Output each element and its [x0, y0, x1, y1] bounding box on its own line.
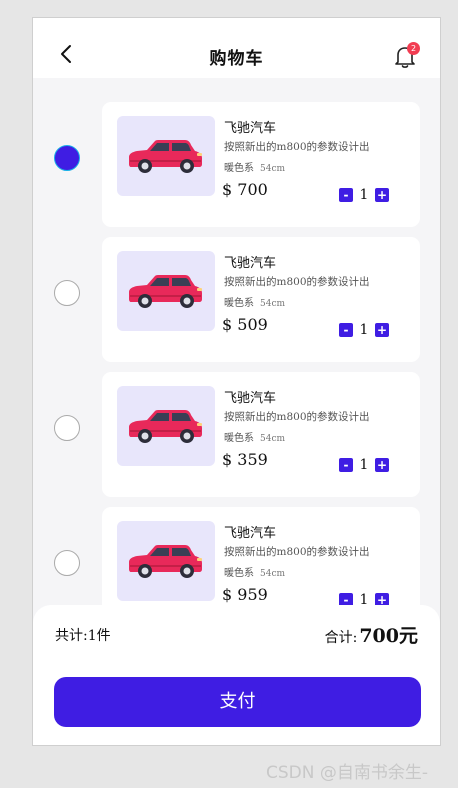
product-card[interactable]: 飞驰汽车 按照新出的m800的参数设计出 暖色系 54cm $ 700 - 1 +: [102, 102, 420, 227]
product-name: 飞驰汽车: [224, 526, 277, 541]
product-name: 飞驰汽车: [224, 391, 277, 406]
car-icon: [129, 140, 202, 173]
decrease-button[interactable]: -: [339, 458, 353, 472]
decrease-button[interactable]: -: [339, 188, 353, 202]
watermark: CSDN @自南书余生-: [266, 763, 429, 783]
size-tag: 54cm: [260, 299, 286, 309]
total-price: 合计: 700元: [325, 621, 418, 648]
product-name: 飞驰汽车: [224, 256, 277, 271]
product-card[interactable]: 飞驰汽车 按照新出的m800的参数设计出 暖色系 54cm $ 359 - 1 +: [102, 372, 420, 497]
increase-button[interactable]: +: [375, 458, 389, 472]
select-radio[interactable]: [54, 145, 80, 171]
product-description: 按照新出的m800的参数设计出: [224, 276, 370, 288]
product-price: $ 700: [222, 180, 268, 199]
product-price: $ 959: [222, 585, 268, 604]
product-description: 按照新出的m800的参数设计出: [224, 411, 370, 423]
car-icon: [129, 410, 202, 443]
product-tags: 暖色系 54cm: [224, 294, 285, 309]
product-name: 飞驰汽车: [224, 121, 277, 136]
product-image: [117, 116, 215, 196]
cart-item: 飞驰汽车 按照新出的m800的参数设计出 暖色系 54cm $ 509 - 1 +: [33, 237, 440, 362]
product-tags: 暖色系 54cm: [224, 159, 285, 174]
color-tag: 暖色系: [224, 163, 254, 174]
product-image: [117, 521, 215, 601]
product-description: 按照新出的m800的参数设计出: [224, 546, 370, 558]
select-radio[interactable]: [54, 415, 80, 441]
product-description: 按照新出的m800的参数设计出: [224, 141, 370, 153]
decrease-button[interactable]: -: [339, 323, 353, 337]
product-price: $ 509: [222, 315, 268, 334]
item-count: 共计:1件: [55, 628, 111, 644]
size-tag: 54cm: [260, 434, 286, 444]
quantity-stepper: - 1 +: [339, 457, 389, 473]
car-icon: [129, 545, 202, 578]
color-tag: 暖色系: [224, 568, 254, 579]
app-header: 购物车 2: [33, 18, 440, 78]
select-radio[interactable]: [54, 550, 80, 576]
car-icon: [129, 275, 202, 308]
product-tags: 暖色系 54cm: [224, 564, 285, 579]
select-radio[interactable]: [54, 280, 80, 306]
notification-badge: 2: [407, 42, 420, 55]
total-label: 合计:: [324, 630, 358, 646]
increase-button[interactable]: +: [375, 323, 389, 337]
quantity-value: 1: [359, 322, 369, 338]
cart-item: 飞驰汽车 按照新出的m800的参数设计出 暖色系 54cm $ 700 - 1 +: [33, 102, 440, 227]
phone-screen: 购物车 2 飞驰汽车 按照新出的m800的参数设计出 暖色系 54cm $ 70…: [32, 17, 441, 746]
product-price: $ 359: [222, 450, 268, 469]
page-title: 购物车: [209, 49, 264, 69]
product-card[interactable]: 飞驰汽车 按照新出的m800的参数设计出 暖色系 54cm $ 509 - 1 +: [102, 237, 420, 362]
quantity-value: 1: [359, 457, 369, 473]
total-amount: 700元: [359, 625, 418, 647]
checkout-bar: 共计:1件 合计: 700元 支付: [33, 605, 440, 745]
quantity-stepper: - 1 +: [339, 322, 389, 338]
product-tags: 暖色系 54cm: [224, 429, 285, 444]
product-image: [117, 251, 215, 331]
color-tag: 暖色系: [224, 433, 254, 444]
size-tag: 54cm: [260, 569, 286, 579]
cart-item: 飞驰汽车 按照新出的m800的参数设计出 暖色系 54cm $ 359 - 1 +: [33, 372, 440, 497]
color-tag: 暖色系: [224, 298, 254, 309]
quantity-stepper: - 1 +: [339, 187, 389, 203]
pay-button[interactable]: 支付: [54, 677, 421, 727]
increase-button[interactable]: +: [375, 188, 389, 202]
quantity-value: 1: [359, 187, 369, 203]
product-image: [117, 386, 215, 466]
size-tag: 54cm: [260, 164, 286, 174]
